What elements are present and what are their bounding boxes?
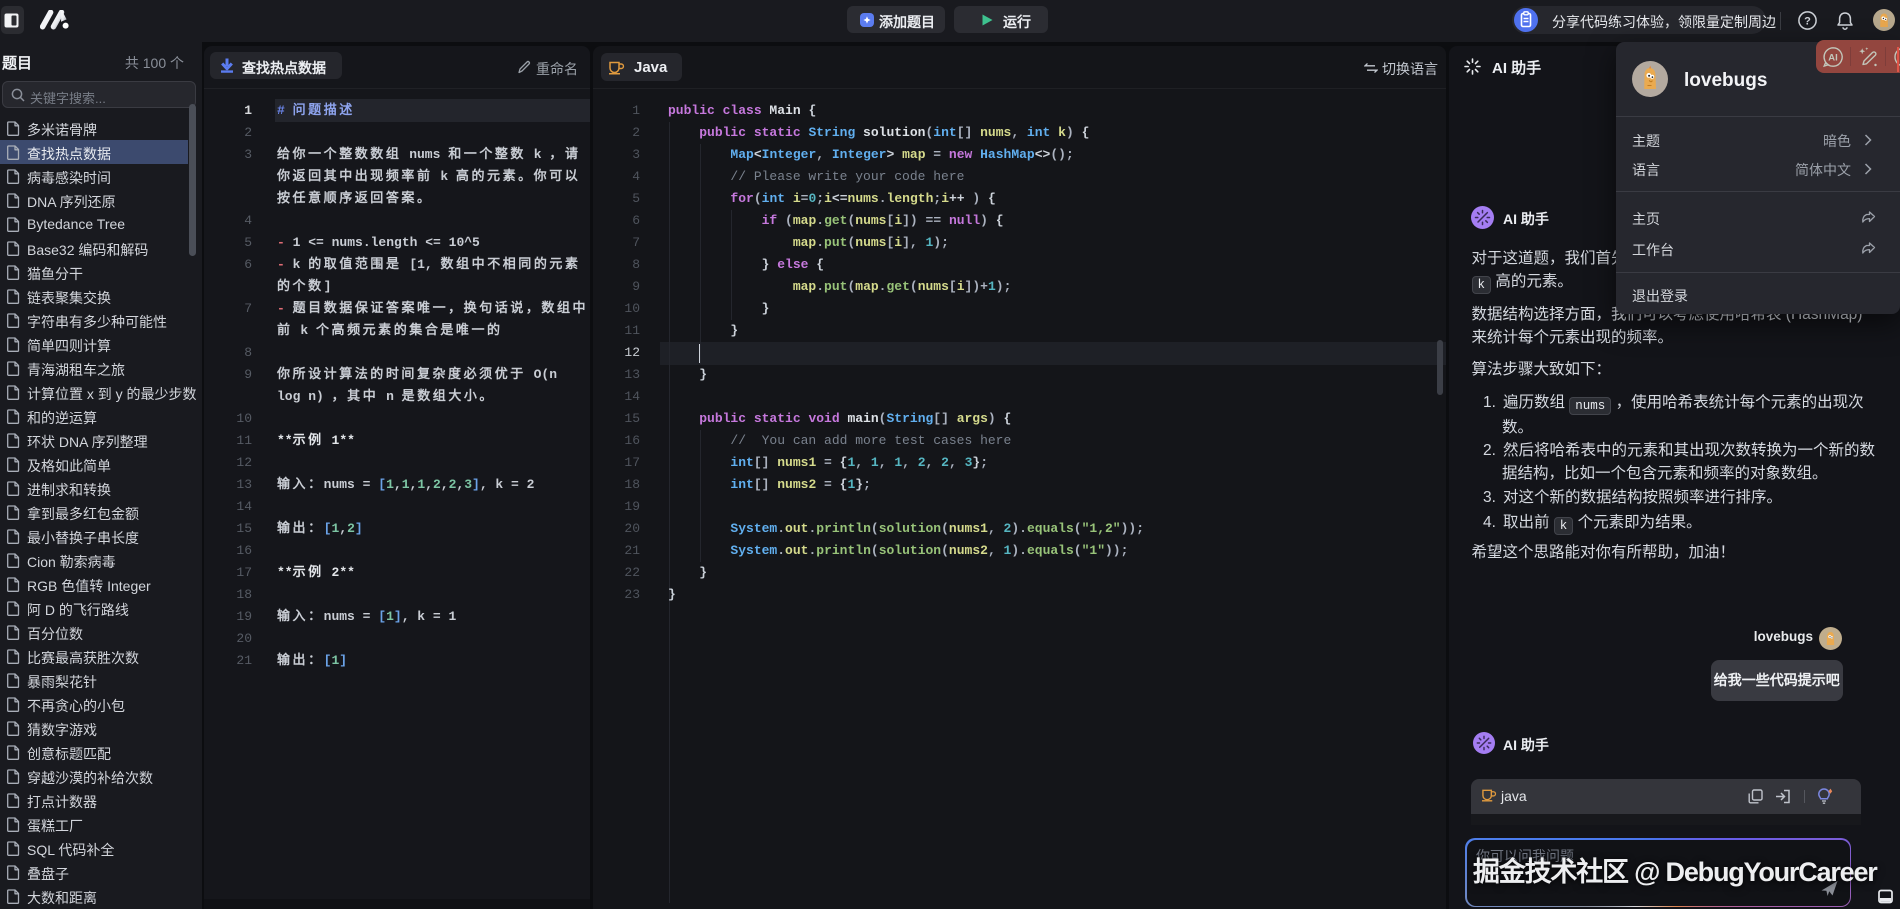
- svg-text:?: ?: [1804, 16, 1811, 28]
- svg-text:AI: AI: [1828, 53, 1838, 64]
